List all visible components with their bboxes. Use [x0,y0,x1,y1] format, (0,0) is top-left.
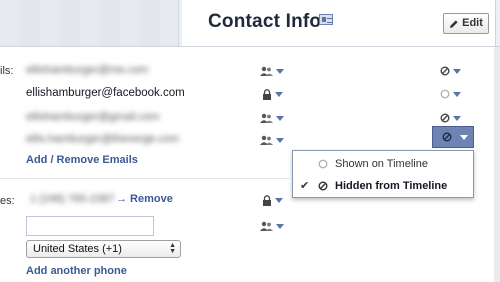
phone-number-blurred: 1 (248) 765-2387 [30,193,115,205]
chevron-down-icon [276,223,284,229]
menu-item-label: Shown on Timeline [335,158,428,170]
new-phone-input[interactable] [26,216,154,236]
audience-selector[interactable] [262,89,283,100]
edit-button-label: Edit [462,17,483,29]
left-column-texture [0,0,178,47]
email-address-blurred: ellis.hamburger@theverge.com [26,133,180,145]
shown-circle-icon [440,89,450,99]
lock-icon [263,89,271,100]
chevron-down-icon [453,91,461,97]
audience-selector[interactable] [260,135,284,145]
audience-selector[interactable] [260,221,284,231]
chevron-down-icon [453,68,461,74]
email-address-blurred: ellishamburger@me.com [26,64,149,76]
add-another-phone-link[interactable]: Add another phone [26,265,127,277]
chevron-down-icon [276,68,284,74]
friends-icon [260,113,273,123]
audience-selector[interactable] [260,113,284,123]
right-gutter [494,47,500,282]
friends-icon [260,135,273,145]
hidden-circle-icon [442,132,452,142]
add-remove-emails-link[interactable]: Add / Remove Emails [26,154,138,166]
remove-phone-link[interactable]: → Remove [116,193,173,205]
timeline-visibility-selector[interactable] [440,113,461,123]
phones-section-label: es: [0,195,15,207]
audience-selector[interactable] [262,195,283,206]
shown-circle-icon [318,159,328,169]
emails-section-label: ils: [0,65,14,77]
header-divider [0,46,500,47]
chevron-down-icon [453,115,461,121]
pencil-icon [450,19,458,28]
hidden-circle-icon [440,66,450,76]
country-code-select[interactable]: United States (+1) ▲ ▼ [26,240,181,258]
contact-card-icon [319,14,333,25]
timeline-visibility-selector[interactable] [440,66,461,76]
email-address-blurred: ellishamburger@gmail.com [26,111,160,123]
hidden-circle-icon [318,181,328,191]
country-code-value: United States (+1) [33,243,122,255]
hidden-circle-icon [440,113,450,123]
timeline-visibility-selector-open[interactable] [432,126,474,148]
audience-selector[interactable] [260,66,284,76]
timeline-visibility-selector[interactable] [440,89,461,99]
lock-icon [263,195,271,206]
checkmark-icon: ✔ [300,180,310,192]
chevron-down-icon [276,137,284,143]
friends-icon [260,66,273,76]
chevron-down-icon [275,198,283,203]
chevron-down-icon [276,115,284,121]
menu-item-hidden-from-timeline[interactable]: ✔ Hidden from Timeline [293,175,473,197]
section-divider [0,178,290,179]
timeline-visibility-menu: Shown on Timeline ✔ Hidden from Timeline [292,150,474,198]
edit-button[interactable]: Edit [443,13,489,34]
page-title: Contact Info [208,11,322,32]
chevron-down-icon [275,92,283,97]
chevron-down-icon [460,135,468,140]
menu-item-shown-on-timeline[interactable]: Shown on Timeline [293,153,473,175]
menu-item-label: Hidden from Timeline [335,180,448,192]
select-arrows-icon: ▲ ▼ [169,242,176,255]
email-address: ellishamburger@facebook.com [26,87,185,99]
friends-icon [260,221,273,231]
